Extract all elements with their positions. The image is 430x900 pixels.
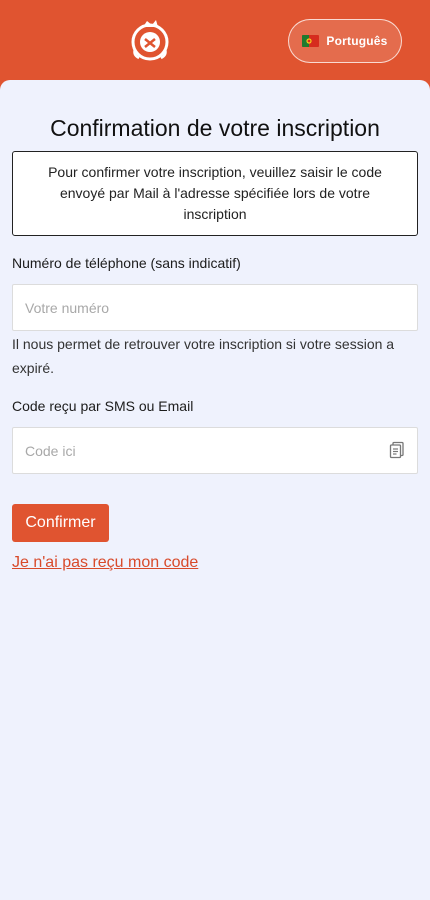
clipboard-paste-icon[interactable] xyxy=(388,441,406,459)
code-input[interactable] xyxy=(12,427,418,474)
info-message-box: Pour confirmer votre inscription, veuill… xyxy=(12,151,418,236)
resend-code-link[interactable]: Je n'ai pas reçu mon code xyxy=(12,554,198,572)
portugal-flag-icon xyxy=(302,35,320,47)
phone-input[interactable] xyxy=(12,284,418,331)
app-header: Português xyxy=(0,0,430,90)
brand-logo-icon xyxy=(131,20,169,61)
page-title: Confirmation de votre inscription xyxy=(50,115,380,141)
phone-help-text: Il nous permet de retrouver votre inscri… xyxy=(12,336,395,376)
language-selector-button[interactable]: Português xyxy=(288,19,402,63)
confirm-button[interactable]: Confirmer xyxy=(12,504,109,542)
code-label: Code reçu par SMS ou Email xyxy=(12,398,194,414)
phone-label: Numéro de téléphone (sans indicatif) xyxy=(12,255,241,271)
info-message-text: Pour confirmer votre inscription, veuill… xyxy=(48,164,382,222)
language-label: Português xyxy=(326,34,388,48)
